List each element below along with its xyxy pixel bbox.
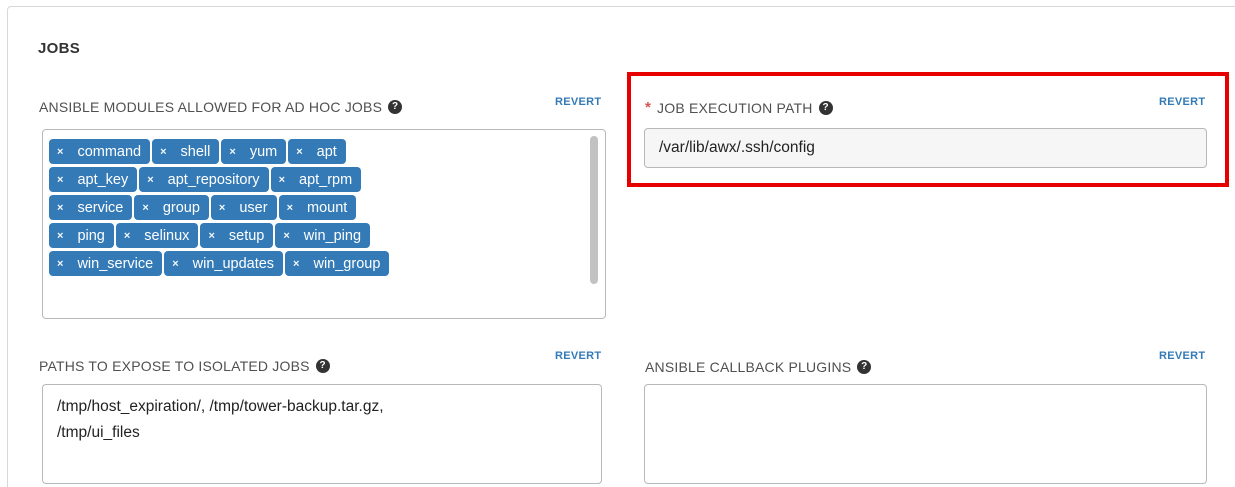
module-tag-label: service bbox=[77, 199, 124, 216]
callback-plugins-revert-link[interactable]: REVERT bbox=[1159, 350, 1205, 362]
module-tag[interactable]: × apt_key bbox=[49, 167, 138, 192]
isolated-paths-revert-link[interactable]: REVERT bbox=[555, 350, 601, 362]
module-tag[interactable]: × apt_repository bbox=[139, 167, 269, 192]
isolated-paths-textarea[interactable]: /tmp/host_expiration/, /tmp/tower-backup… bbox=[42, 384, 602, 484]
module-tag-label: group bbox=[162, 199, 200, 216]
close-icon[interactable]: × bbox=[279, 174, 285, 186]
ansible-modules-label-text: ANSIBLE MODULES ALLOWED FOR AD HOC JOBS bbox=[39, 99, 383, 115]
module-tag-label: apt_rpm bbox=[299, 171, 353, 188]
module-tag-label: win_updates bbox=[192, 255, 275, 272]
module-tag-label: user bbox=[239, 199, 268, 216]
close-icon[interactable]: × bbox=[57, 258, 63, 270]
isolated-paths-label-text: PATHS TO EXPOSE TO ISOLATED JOBS bbox=[39, 358, 310, 374]
close-icon[interactable]: × bbox=[208, 230, 214, 242]
module-tag-label: selinux bbox=[144, 227, 190, 244]
callback-plugins-textarea[interactable] bbox=[644, 384, 1207, 484]
close-icon[interactable]: × bbox=[142, 202, 148, 214]
isolated-paths-line: /tmp/ui_files bbox=[57, 424, 140, 441]
module-tag[interactable]: × shell bbox=[152, 139, 220, 164]
isolated-paths-line: /tmp/host_expiration/, /tmp/tower-backup… bbox=[57, 398, 384, 415]
close-icon[interactable]: × bbox=[296, 146, 302, 158]
module-tag[interactable]: × ping bbox=[49, 223, 114, 248]
ansible-modules-revert-link[interactable]: REVERT bbox=[555, 96, 601, 108]
help-icon[interactable]: ? bbox=[857, 360, 872, 374]
ansible-modules-tag-input[interactable]: × command × shell × yum × apt × apt_key × apt_repos… bbox=[42, 129, 606, 319]
module-tag-label: shell bbox=[180, 143, 211, 160]
module-tag[interactable]: × win_group bbox=[285, 251, 390, 276]
module-tag[interactable]: × apt_rpm bbox=[270, 167, 362, 192]
module-tag-label: win_service bbox=[77, 255, 154, 272]
close-icon[interactable]: × bbox=[57, 202, 63, 214]
module-tag[interactable]: × user bbox=[210, 195, 277, 220]
module-tag-label: mount bbox=[307, 199, 348, 216]
module-tag-label: apt bbox=[316, 143, 337, 160]
module-tag-label: win_group bbox=[313, 255, 381, 272]
ansible-modules-label: ANSIBLE MODULES ALLOWED FOR AD HOC JOBS … bbox=[39, 99, 403, 115]
scrollbar-thumb[interactable] bbox=[590, 136, 598, 284]
module-tag-label: win_ping bbox=[303, 227, 362, 244]
close-icon[interactable]: × bbox=[57, 146, 63, 158]
module-tag-label: yum bbox=[249, 143, 278, 160]
help-icon[interactable]: ? bbox=[315, 359, 330, 373]
module-tag[interactable]: × win_service bbox=[49, 251, 163, 276]
module-tag[interactable]: × group bbox=[134, 195, 209, 220]
module-tag-label: apt_key bbox=[77, 171, 129, 188]
tag-list: × command × shell × yum × apt × apt_key × apt_repos… bbox=[49, 139, 589, 279]
module-tag-label: setup bbox=[228, 227, 265, 244]
module-tag[interactable]: × selinux bbox=[115, 223, 199, 248]
tag-row: × ping × selinux × setup × win_ping bbox=[49, 223, 589, 251]
module-tag-label: apt_repository bbox=[167, 171, 260, 188]
callback-plugins-label-text: ANSIBLE CALLBACK PLUGINS bbox=[645, 359, 852, 375]
module-tag[interactable]: × apt bbox=[288, 139, 346, 164]
close-icon[interactable]: × bbox=[283, 230, 289, 242]
module-tag[interactable]: × mount bbox=[278, 195, 357, 220]
help-icon[interactable]: ? bbox=[388, 100, 403, 114]
module-tag[interactable]: × service bbox=[49, 195, 133, 220]
close-icon[interactable]: × bbox=[57, 230, 63, 242]
close-icon[interactable]: × bbox=[124, 230, 130, 242]
section-title: JOBS bbox=[38, 40, 81, 57]
isolated-paths-label: PATHS TO EXPOSE TO ISOLATED JOBS ? bbox=[39, 358, 330, 374]
tag-row: × service × group × user × mount bbox=[49, 195, 589, 223]
close-icon[interactable]: × bbox=[219, 202, 225, 214]
module-tag-label: command bbox=[77, 143, 142, 160]
close-icon[interactable]: × bbox=[172, 258, 178, 270]
close-icon[interactable]: × bbox=[229, 146, 235, 158]
module-tag[interactable]: × yum bbox=[221, 139, 287, 164]
scrollbar[interactable] bbox=[589, 134, 599, 312]
module-tag[interactable]: × command bbox=[49, 139, 151, 164]
close-icon[interactable]: × bbox=[160, 146, 166, 158]
module-tag-label: ping bbox=[77, 227, 105, 244]
close-icon[interactable]: × bbox=[57, 174, 63, 186]
close-icon[interactable]: × bbox=[287, 202, 293, 214]
highlight-annotation-box bbox=[627, 72, 1229, 187]
module-tag[interactable]: × win_ping bbox=[275, 223, 371, 248]
tag-row: × win_service × win_updates × win_group bbox=[49, 251, 589, 279]
module-tag[interactable]: × setup bbox=[200, 223, 274, 248]
close-icon[interactable]: × bbox=[147, 174, 153, 186]
tag-row: × apt_key × apt_repository × apt_rpm bbox=[49, 167, 589, 195]
close-icon[interactable]: × bbox=[293, 258, 299, 270]
callback-plugins-label: ANSIBLE CALLBACK PLUGINS ? bbox=[645, 359, 872, 375]
tag-row: × command × shell × yum × apt bbox=[49, 139, 589, 167]
module-tag[interactable]: × win_updates bbox=[164, 251, 284, 276]
